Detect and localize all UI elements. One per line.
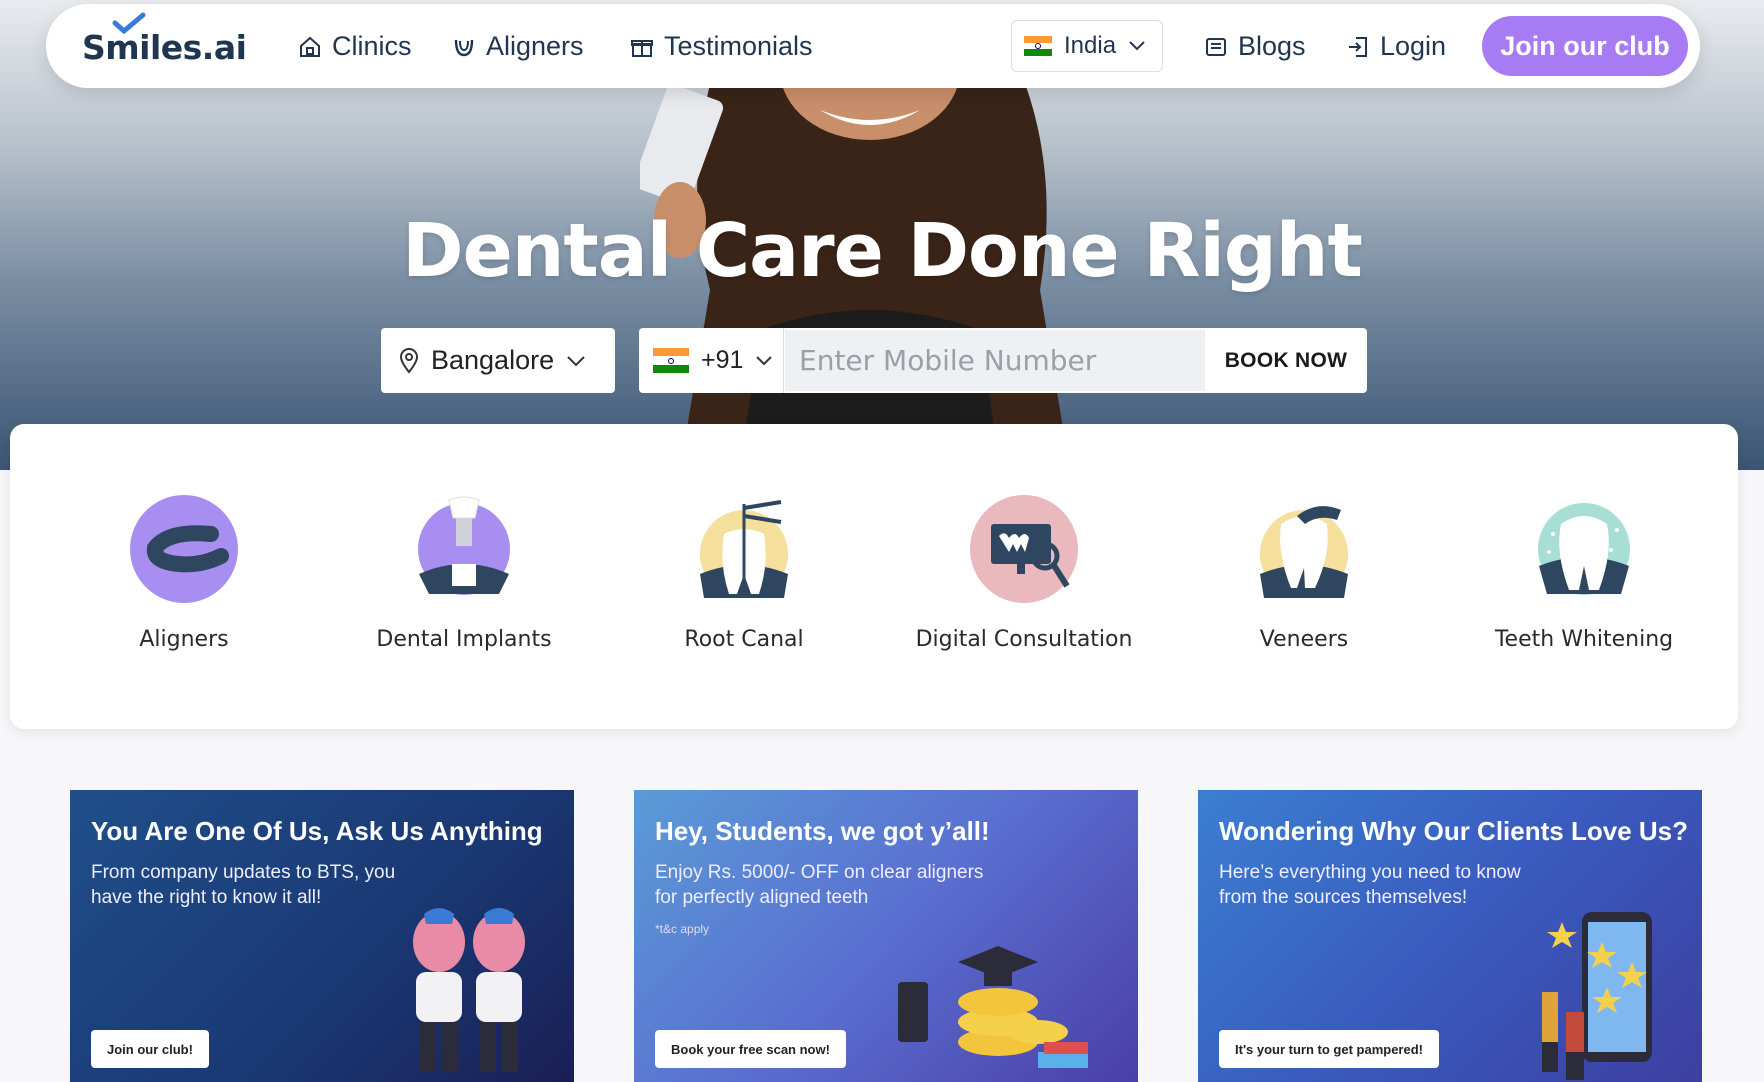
graduation-coins-illustration xyxy=(898,946,1088,1068)
promo-title: Wondering Why Our Clients Love Us? xyxy=(1219,816,1688,846)
promo-card-students: Hey, Students, we got y’all! Enjoy Rs. 5… xyxy=(634,790,1138,1082)
promo-terms: *t&c apply xyxy=(655,922,710,936)
promo-title: Hey, Students, we got y’all! xyxy=(655,816,990,846)
veneer-icon xyxy=(1260,506,1348,598)
home-icon xyxy=(300,36,320,57)
gift-icon xyxy=(631,39,653,57)
country-label: India xyxy=(1064,32,1117,59)
service-label: Digital Consultation xyxy=(915,627,1133,652)
nav-link-label: Aligners xyxy=(486,31,584,61)
mobile-booking-form: +91 BOOK NOW xyxy=(639,328,1367,393)
city-selector[interactable]: Bangalore xyxy=(381,328,615,393)
service-label: Dental Implants xyxy=(376,627,552,652)
top-navbar: Smiles.ai Clinics Aligners Testimonials … xyxy=(46,4,1700,88)
service-aligners[interactable]: Aligners xyxy=(44,494,324,652)
service-teeth-whitening[interactable]: Teeth Whitening xyxy=(1444,494,1724,652)
service-root-canal[interactable]: Root Canal xyxy=(604,494,884,652)
nav-link-label: Clinics xyxy=(332,31,412,61)
nav-link-label: Testimonials xyxy=(664,31,813,61)
nav-link-blogs[interactable]: Blogs xyxy=(1204,31,1306,62)
service-label: Veneers xyxy=(1259,627,1349,652)
implant-icon xyxy=(418,496,510,595)
location-pin-icon xyxy=(399,347,419,374)
nav-link-label: Login xyxy=(1380,31,1447,61)
join-club-button[interactable]: Join our club xyxy=(1482,16,1688,76)
service-label: Root Canal xyxy=(684,627,804,652)
promo-description: Enjoy Rs. 5000/- OFF on clear aligners f… xyxy=(655,862,984,908)
promo-title: You Are One Of Us, Ask Us Anything xyxy=(91,816,543,846)
mascots-illustration xyxy=(413,908,525,1072)
service-dental-implants[interactable]: Dental Implants xyxy=(324,494,604,652)
india-flag-icon xyxy=(1024,36,1052,56)
service-digital-consultation[interactable]: Digital Consultation xyxy=(884,494,1164,652)
blog-icon xyxy=(1206,37,1226,56)
country-selector[interactable]: India xyxy=(1011,20,1163,72)
service-label: Teeth Whitening xyxy=(1494,627,1674,652)
book-free-scan-button[interactable]: Book your free scan now! xyxy=(655,1030,846,1068)
nav-link-login[interactable]: Login xyxy=(1346,31,1446,62)
service-label: Aligners xyxy=(139,627,229,652)
mobile-number-input[interactable] xyxy=(785,330,1205,391)
chevron-down-icon xyxy=(1129,41,1145,51)
reviews-phone-illustration xyxy=(1542,912,1652,1080)
promo-description: Here’s everything you need to know from … xyxy=(1219,862,1521,908)
brand-logo[interactable]: Smiles.ai xyxy=(82,28,247,67)
root-canal-icon xyxy=(700,500,788,598)
promo-card-community: You Are One Of Us, Ask Us Anything From … xyxy=(70,790,574,1082)
chevron-down-icon xyxy=(567,355,585,366)
book-now-button[interactable]: BOOK NOW xyxy=(1205,328,1367,393)
country-code-selector[interactable]: +91 xyxy=(639,328,784,393)
country-code-label: +91 xyxy=(701,346,744,374)
india-flag-icon xyxy=(653,347,689,374)
get-pampered-button[interactable]: It's your turn to get pampered! xyxy=(1219,1030,1439,1068)
tooth-sparkle-icon xyxy=(1538,503,1630,595)
promo-description: From company updates to BTS, you have th… xyxy=(91,862,396,908)
nav-link-aligners[interactable]: Aligners xyxy=(452,31,584,62)
service-veneers[interactable]: Veneers xyxy=(1164,494,1444,652)
chevron-down-icon xyxy=(756,355,773,365)
join-club-cta-button[interactable]: Join our club! xyxy=(91,1030,209,1068)
city-label: Bangalore xyxy=(431,345,555,375)
hero-title: Dental Care Done Right xyxy=(402,208,1363,294)
monitor-icon xyxy=(970,495,1078,603)
nav-link-clinics[interactable]: Clinics xyxy=(298,31,412,62)
promo-card-testimonials: Wondering Why Our Clients Love Us? Here’… xyxy=(1198,790,1702,1082)
aligner-icon xyxy=(130,495,238,603)
aligner-icon xyxy=(454,39,474,56)
login-icon xyxy=(1349,36,1367,57)
nav-link-testimonials[interactable]: Testimonials xyxy=(630,31,813,62)
services-panel: Aligners Dental Implants Root Canal Digi… xyxy=(10,424,1738,729)
nav-link-label: Blogs xyxy=(1238,31,1306,61)
